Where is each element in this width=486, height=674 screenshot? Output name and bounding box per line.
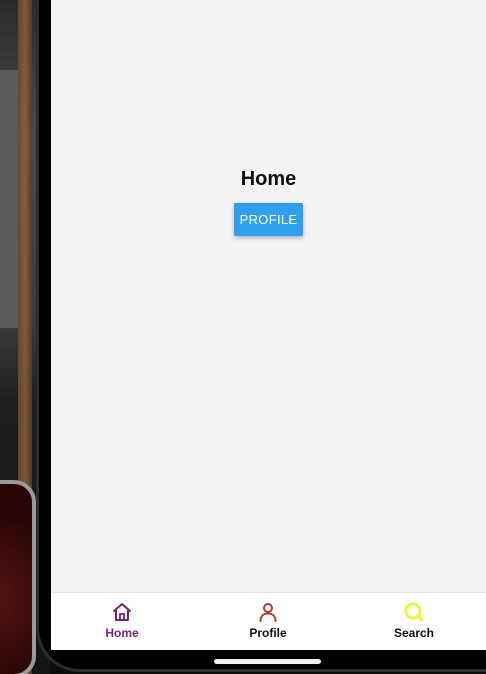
tab-profile[interactable]: Profile (218, 593, 318, 650)
page-title: Home (240, 168, 297, 190)
bottom-tab-bar: Home Profile Search (51, 592, 486, 650)
tab-profile-label: Profile (249, 626, 287, 640)
home-screen-content: Home PROFILE (51, 0, 486, 592)
profile-button[interactable]: PROFILE (234, 203, 303, 236)
background-panel (0, 70, 18, 328)
device-frame: Home PROFILE Home Profile Search (0, 0, 486, 674)
app-screen: Home PROFILE Home Profile Search (51, 0, 486, 650)
search-icon (403, 601, 425, 623)
tab-home-label: Home (105, 626, 139, 640)
home-indicator[interactable] (214, 659, 321, 664)
tab-search-label: Search (393, 626, 435, 640)
background-phone (0, 480, 36, 674)
home-icon (111, 601, 133, 623)
tab-home[interactable]: Home (72, 593, 172, 650)
tab-search[interactable]: Search (364, 593, 464, 650)
user-icon (257, 601, 279, 623)
